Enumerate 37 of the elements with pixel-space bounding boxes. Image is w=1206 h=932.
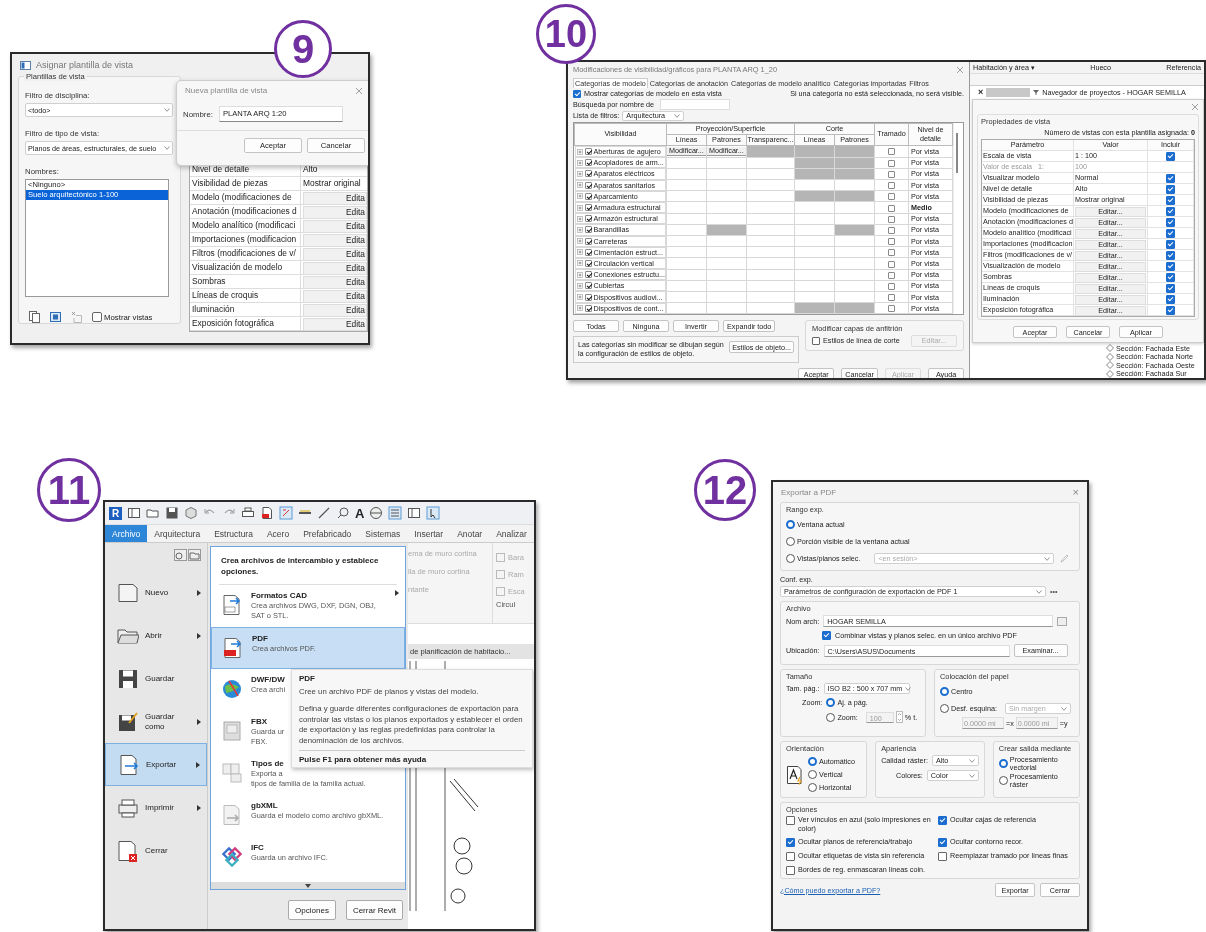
table-cell-text: Mostrar original: [302, 177, 362, 190]
tooltip-title: PDF: [299, 674, 316, 683]
table-cell: Visibilidad de piezas: [190, 177, 301, 190]
tooltip-help: Pulse F1 para obtener más ayuda: [299, 754, 428, 764]
dialog-title: Nueva plantilla de vista: [185, 86, 268, 95]
table-cell: Modelo (modificaciones de: [190, 191, 301, 204]
menu-label: Guardar como: [145, 711, 176, 732]
menu-label: Guardar: [145, 673, 176, 684]
table-cell: Modelo analítico (modificaci: [190, 219, 301, 232]
dialog-title: Exportar a PDF: [781, 487, 837, 497]
submenu-heading: Crea archivos de intercambio y establece opciones.: [219, 547, 397, 585]
item-title: PDF: [252, 633, 268, 644]
step-number-badge: 10: [536, 4, 596, 64]
table-cell: Sombras: [190, 275, 301, 288]
window-title: Asignar plantilla de vista: [36, 60, 134, 70]
table-cell: Líneas de croquis: [190, 289, 301, 302]
menu-label: Abrir: [145, 630, 163, 641]
item-title: Tipos de: [251, 758, 284, 769]
item-title: FBX: [251, 716, 267, 727]
table-cell: Iluminación: [190, 303, 301, 316]
item-title: DWF/DW: [251, 674, 285, 685]
menu-label: Imprimir: [145, 802, 175, 813]
menu-label: Exportar: [146, 759, 178, 770]
table-cell: Importaciones (modificacion: [190, 233, 301, 246]
item-title: Formatos CAD: [251, 590, 307, 601]
menu-label: Nuevo: [145, 587, 170, 598]
table-cell-text: Alto: [302, 163, 319, 176]
step-number-badge: 12: [694, 459, 756, 521]
table-cell: Filtros (modificaciones de v/: [190, 247, 301, 260]
step-number-badge: 11: [37, 458, 101, 522]
table-cell: Exposición fotográfica: [190, 317, 301, 330]
table-cell: Visualización de modelo: [190, 261, 301, 274]
item-title: IFC: [251, 842, 264, 853]
item-title: gbXML: [251, 800, 278, 811]
table-cell: Anotación (modificaciones d: [190, 205, 301, 218]
step-number-badge: 9: [274, 20, 332, 78]
menu-label: Cerrar: [145, 845, 169, 856]
